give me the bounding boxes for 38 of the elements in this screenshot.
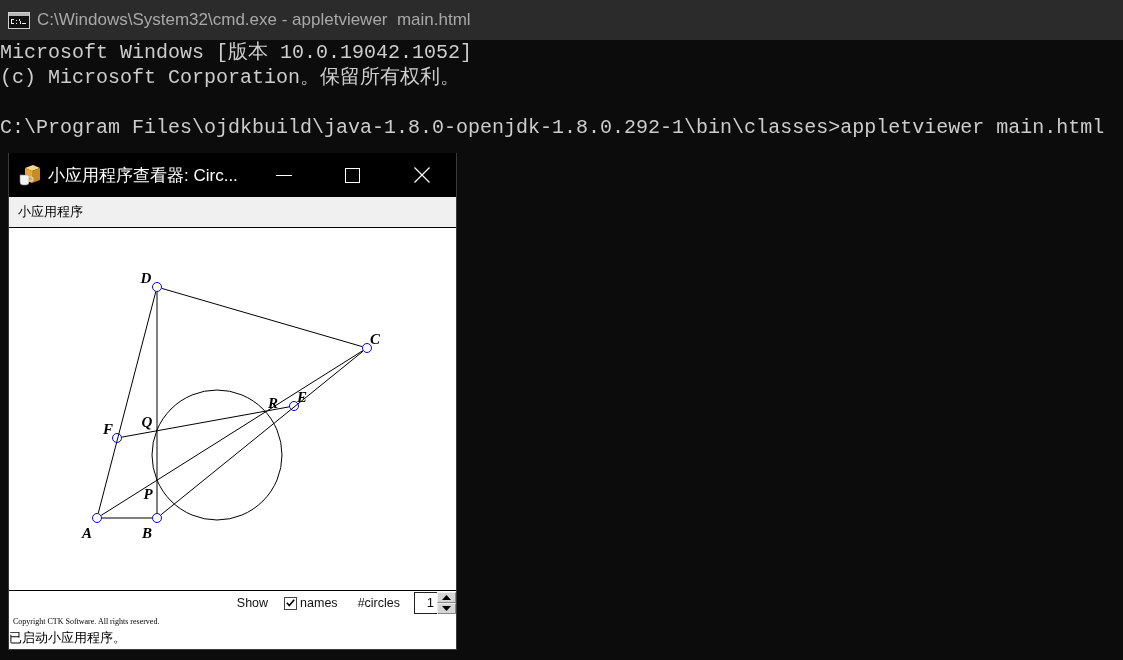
minimize-icon (275, 174, 292, 176)
point-label: R (268, 395, 278, 411)
status-text: 已启动小应用程序。 (9, 629, 127, 646)
caret-down-icon (442, 606, 451, 611)
coffee-cup-icon (19, 164, 41, 186)
point-handle-icon[interactable] (112, 433, 122, 443)
maximize-icon (345, 167, 360, 183)
close-icon (413, 167, 430, 183)
checkbox-label[interactable]: names (300, 596, 338, 610)
point-label: F (103, 421, 113, 437)
checkmark-icon (286, 599, 296, 607)
point-handle-icon[interactable] (152, 513, 162, 523)
window-title: 小应用程序查看器: Circ... (48, 164, 239, 187)
decrement-button[interactable] (437, 603, 456, 614)
console-line: Microsoft Windows [版本 10.0.19042.1052] (0, 40, 474, 65)
point-label: C (370, 331, 380, 347)
increment-button[interactable] (437, 592, 456, 603)
window-title: C:\Windows\System32\cmd.exe - appletviewer main.html (37, 10, 471, 30)
point-label: Q (141, 414, 153, 430)
names-checkbox[interactable] (284, 596, 298, 610)
point-label: B (142, 525, 152, 541)
point-label: D (140, 270, 152, 286)
point-handle-icon[interactable] (92, 513, 102, 523)
console-line: (c) Microsoft Corporation。保留所有权利。 (0, 65, 462, 90)
circles-label: #circles (357, 596, 400, 610)
point-handle-icon[interactable] (362, 343, 372, 353)
point-label: P (143, 486, 153, 502)
point-handle-icon[interactable] (289, 401, 299, 411)
caret-up-icon (442, 595, 451, 600)
point-label: E (297, 389, 307, 405)
console-line: C:\Program Files\ojdkbuild\java-1.8.0-openjdk-1.8.0.292-1\bin\classes>appletviewer main.html (0, 115, 1106, 140)
point-handle-icon[interactable] (152, 282, 162, 292)
menu-item[interactable]: 小应用程序 (18, 203, 83, 221)
show-label: Show (236, 596, 269, 610)
copyright-text: Copyright CTK Software. All rights reserved. (12, 616, 161, 628)
number-field[interactable]: 1 (414, 592, 437, 614)
console-icon (8, 11, 30, 29)
point-label: A (82, 525, 92, 541)
